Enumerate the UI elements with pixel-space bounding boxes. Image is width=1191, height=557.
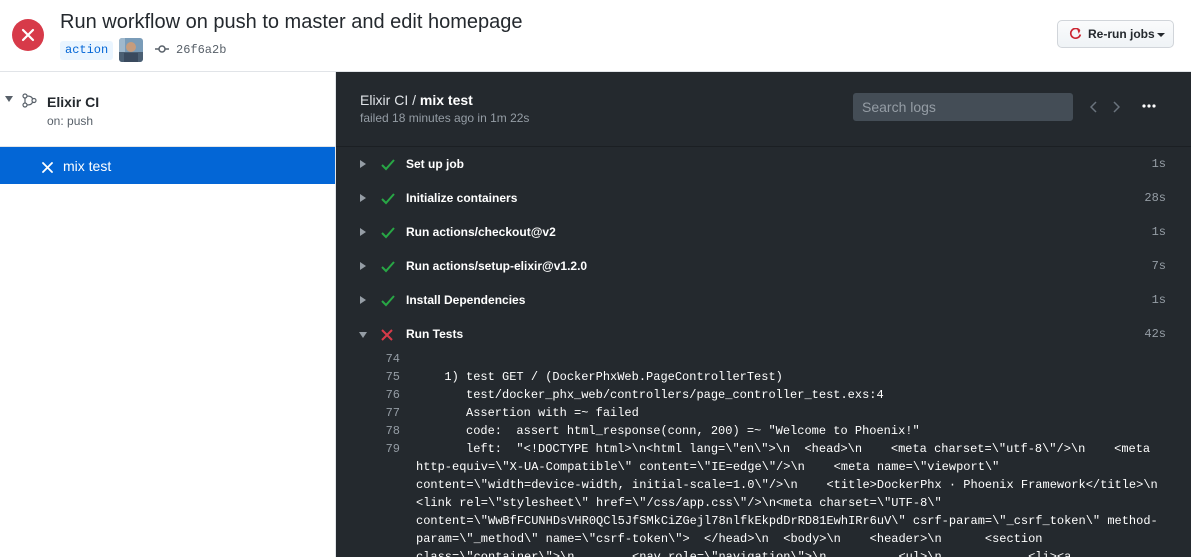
workflow-trigger: on: push xyxy=(47,114,94,128)
expand-triangle-icon xyxy=(360,160,366,168)
log-line: 76 test/docker_phx_web/controllers/page_… xyxy=(336,386,1191,404)
log-text: left: "<!DOCTYPE html>\n<html lang=\"en\… xyxy=(430,442,1151,456)
branch-label[interactable]: action xyxy=(60,41,114,60)
expand-triangle-icon xyxy=(360,262,366,270)
check-icon xyxy=(381,226,395,244)
workflow-icon xyxy=(22,93,38,114)
step-install-dependencies[interactable]: Install Dependencies 1s xyxy=(336,283,1191,317)
breadcrumb-workflow: Elixir CI / xyxy=(360,92,420,108)
line-number[interactable]: 75 xyxy=(336,368,400,386)
line-number[interactable]: 79 xyxy=(336,440,400,458)
failed-x-icon xyxy=(381,328,393,346)
log-text: content=\"width=device-width, initial-sc… xyxy=(416,478,1158,492)
log-text: param=\"_method\" name=\"csrf-token\"> <… xyxy=(416,532,1043,546)
workflow-name[interactable]: Elixir CI xyxy=(47,94,99,110)
git-commit-icon xyxy=(155,42,169,61)
step-duration: 1s xyxy=(1151,293,1166,307)
log-line: 79 left: "<!DOCTYPE html>\n<html lang=\"… xyxy=(336,440,1191,458)
kebab-horizontal-icon[interactable] xyxy=(1141,98,1157,119)
job-status-text: failed 18 minutes ago in 1m 22s xyxy=(360,111,530,125)
step-name: Set up job xyxy=(406,157,464,171)
step-name: Install Dependencies xyxy=(406,293,526,307)
log-text: test/docker_phx_web/controllers/page_con… xyxy=(430,388,884,402)
run-title: Run workflow on push to master and edit … xyxy=(60,11,523,33)
line-number[interactable]: 74 xyxy=(336,350,400,368)
search-logs-input[interactable] xyxy=(853,93,1073,121)
log-wrapped-line: content=\"WwBfFCUNHDsVHR0QCl5JfSMkCiZGej… xyxy=(336,512,1191,530)
rerun-jobs-label: Re-run jobs xyxy=(1088,27,1155,41)
breadcrumb-job: mix test xyxy=(419,92,473,108)
step-run-tests[interactable]: Run Tests 42s xyxy=(336,317,1191,351)
chevron-left-icon[interactable] xyxy=(1089,100,1098,118)
step-name: Run actions/checkout@v2 xyxy=(406,225,556,239)
failed-x-icon xyxy=(42,160,53,178)
log-line: 75 1) test GET / (DockerPhxWeb.PageContr… xyxy=(336,368,1191,386)
log-text: code: assert html_response(conn, 200) =~… xyxy=(430,424,920,438)
step-checkout[interactable]: Run actions/checkout@v2 1s xyxy=(336,215,1191,249)
sidebar-job-mix-test[interactable]: mix test xyxy=(0,147,335,184)
collapse-triangle-icon xyxy=(359,332,367,338)
line-number[interactable]: 77 xyxy=(336,404,400,422)
expand-triangle-icon xyxy=(360,194,366,202)
check-icon xyxy=(381,260,395,278)
step-duration: 1s xyxy=(1151,225,1166,239)
collapse-triangle-icon[interactable] xyxy=(5,96,13,102)
log-output: 74 75 1) test GET / (DockerPhxWeb.PageCo… xyxy=(336,350,1191,557)
step-initialize-containers[interactable]: Initialize containers 28s xyxy=(336,181,1191,215)
rerun-jobs-button[interactable]: Re-run jobs xyxy=(1057,20,1174,48)
log-line: 78 code: assert html_response(conn, 200)… xyxy=(336,422,1191,440)
log-text: http-equiv=\"X-UA-Compatible\" content=\… xyxy=(416,460,1000,474)
run-failed-status-icon xyxy=(12,19,44,51)
log-wrapped-line: http-equiv=\"X-UA-Compatible\" content=\… xyxy=(336,458,1191,476)
log-wrapped-line: <link rel=\"stylesheet\" href=\"/css/app… xyxy=(336,494,1191,512)
log-wrapped-line: content=\"width=device-width, initial-sc… xyxy=(336,476,1191,494)
step-name: Initialize containers xyxy=(406,191,518,205)
log-text: content=\"WwBfFCUNHDsVHR0QCl5JfSMkCiZGej… xyxy=(416,514,1158,528)
log-wrapped-line: param=\"_method\" name=\"csrf-token\"> <… xyxy=(336,530,1191,548)
job-log-panel: Elixir CI / mix test failed 18 minutes a… xyxy=(336,72,1191,557)
step-duration: 28s xyxy=(1144,191,1166,205)
sync-icon xyxy=(1069,27,1082,44)
log-text: Assertion with =~ failed xyxy=(430,406,639,420)
line-number[interactable]: 76 xyxy=(336,386,400,404)
step-duration: 1s xyxy=(1151,157,1166,171)
step-setup-elixir[interactable]: Run actions/setup-elixir@v1.2.0 7s xyxy=(336,249,1191,283)
check-icon xyxy=(381,158,395,176)
check-icon xyxy=(381,192,395,210)
expand-triangle-icon xyxy=(360,228,366,236)
step-name: Run Tests xyxy=(406,327,464,341)
workflow-sidebar: Elixir CI on: push mix test xyxy=(0,72,336,557)
log-line: 74 xyxy=(336,350,1191,368)
expand-triangle-icon xyxy=(360,296,366,304)
log-text: <link rel=\"stylesheet\" href=\"/css/app… xyxy=(416,496,942,510)
line-number[interactable]: 78 xyxy=(336,422,400,440)
run-header: Run workflow on push to master and edit … xyxy=(0,0,1191,72)
log-text: 1) test GET / (DockerPhxWeb.PageControll… xyxy=(430,370,783,384)
step-duration: 7s xyxy=(1151,259,1166,273)
log-text: class=\"container\">\n <nav role=\"navig… xyxy=(416,550,1072,557)
step-name: Run actions/setup-elixir@v1.2.0 xyxy=(406,259,588,273)
job-breadcrumb: Elixir CI / mix test xyxy=(360,92,473,108)
step-duration: 42s xyxy=(1144,327,1166,341)
avatar[interactable] xyxy=(119,38,143,62)
log-line: 77 Assertion with =~ failed xyxy=(336,404,1191,422)
step-set-up-job[interactable]: Set up job 1s xyxy=(336,147,1191,181)
chevron-down-icon xyxy=(1157,33,1165,37)
check-icon xyxy=(381,294,395,312)
job-label: mix test xyxy=(63,158,112,174)
commit-sha-link[interactable]: 26f6a2b xyxy=(176,41,226,59)
chevron-right-icon[interactable] xyxy=(1112,100,1121,118)
log-wrapped-line: class=\"container\">\n <nav role=\"navig… xyxy=(336,548,1191,557)
